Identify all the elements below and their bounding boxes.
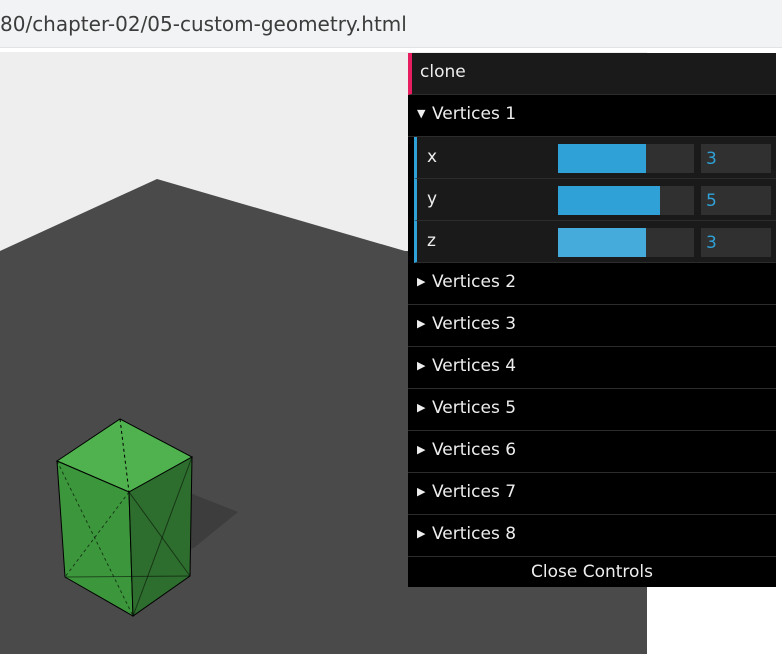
y-value-input[interactable]: [701, 186, 771, 215]
z-value-input[interactable]: [701, 228, 771, 257]
folder-vertices-6[interactable]: ▶ Vertices 6: [408, 431, 776, 473]
triangle-down-icon: ▼: [417, 107, 426, 120]
z-slider[interactable]: [558, 228, 694, 257]
folder-vertices-3[interactable]: ▶ Vertices 3: [408, 305, 776, 347]
folder-vertices-8[interactable]: ▶ Vertices 8: [408, 515, 776, 557]
triangle-right-icon: ▶: [417, 317, 426, 330]
controller-label: x: [427, 147, 438, 167]
x-value-input[interactable]: [701, 144, 771, 173]
folder-label: Vertices 5: [432, 398, 517, 418]
slider-fill: [558, 144, 647, 173]
triangle-right-icon: ▶: [417, 401, 426, 414]
folder-label: Vertices 8: [432, 524, 517, 544]
folder-vertices-1[interactable]: ▼ Vertices 1: [408, 95, 776, 137]
clone-button[interactable]: clone: [408, 53, 776, 95]
triangle-right-icon: ▶: [417, 443, 426, 456]
folder-label: Vertices 2: [432, 272, 517, 292]
controller-z: z: [414, 221, 776, 263]
folder-vertices-7[interactable]: ▶ Vertices 7: [408, 473, 776, 515]
folder-vertices-4[interactable]: ▶ Vertices 4: [408, 347, 776, 389]
controller-label: z: [427, 231, 436, 251]
triangle-right-icon: ▶: [417, 527, 426, 540]
slider-fill: [558, 228, 647, 257]
slider-fill: [558, 186, 660, 215]
controller-label: y: [427, 189, 438, 209]
triangle-right-icon: ▶: [417, 485, 426, 498]
address-bar[interactable]: 80/chapter-02/05-custom-geometry.html: [0, 0, 782, 48]
triangle-right-icon: ▶: [417, 359, 426, 372]
close-controls-button[interactable]: Close Controls: [408, 557, 776, 587]
triangle-right-icon: ▶: [417, 275, 426, 288]
folder-label: Vertices 3: [432, 314, 517, 334]
y-slider[interactable]: [558, 186, 694, 215]
x-slider[interactable]: [558, 144, 694, 173]
controller-y: y: [414, 179, 776, 221]
dat-gui-panel: clone ▼ Vertices 1 x y z ▶ Vertices 2 ▶ …: [408, 53, 776, 587]
controller-x: x: [414, 137, 776, 179]
folder-vertices-5[interactable]: ▶ Vertices 5: [408, 389, 776, 431]
clone-label: clone: [420, 62, 466, 82]
folder-label: Vertices 1: [432, 104, 517, 124]
folder-vertices-2[interactable]: ▶ Vertices 2: [408, 263, 776, 305]
folder-label: Vertices 4: [432, 356, 517, 376]
address-url[interactable]: 80/chapter-02/05-custom-geometry.html: [0, 12, 407, 36]
folder-label: Vertices 6: [432, 440, 517, 460]
folder-label: Vertices 7: [432, 482, 517, 502]
